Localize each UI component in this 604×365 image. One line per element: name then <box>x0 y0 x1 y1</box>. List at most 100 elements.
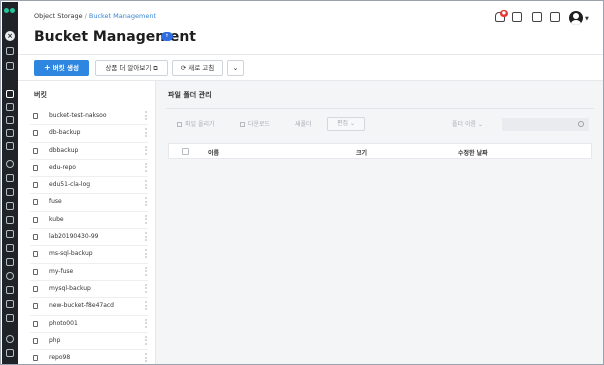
cloud-icon[interactable] <box>6 174 14 182</box>
new-folder-label: 새폴더 <box>295 121 312 128</box>
shield-icon[interactable] <box>6 272 14 280</box>
column-modified[interactable]: 수정한 날짜 <box>458 148 488 157</box>
bucket-list: bucket-test-naksoo · · · db-backup · · · dbbacku… <box>30 108 148 364</box>
kebab-menu-icon[interactable]: · · · <box>144 351 148 364</box>
bucket-icon <box>33 130 38 137</box>
bucket-name: my-fuse <box>49 267 74 275</box>
new-folder-button[interactable]: 새폴더 <box>295 118 312 131</box>
create-bucket-button[interactable]: + 버킷 생성 <box>34 60 89 76</box>
bucket-list-item[interactable]: lab20190430-99 · · · <box>30 229 148 247</box>
bucket-list-item[interactable]: edu51-cla-log · · · <box>30 177 148 195</box>
user-avatar[interactable] <box>569 11 583 25</box>
bucket-icon <box>33 216 38 223</box>
bucket-name: ms-sql-backup <box>49 250 93 258</box>
settings-icon[interactable] <box>6 335 14 343</box>
kebab-menu-icon[interactable]: · · · <box>144 195 148 210</box>
kebab-menu-icon[interactable]: · · · <box>144 282 148 297</box>
help-icon[interactable] <box>6 349 14 357</box>
document-icon[interactable] <box>6 216 14 224</box>
download-button[interactable]: 다운로드 <box>240 118 270 131</box>
kebab-menu-icon[interactable]: · · · <box>144 334 148 349</box>
folder-name-select-label: 폴더 이름 <box>452 121 476 128</box>
brand-logo[interactable] <box>4 7 16 15</box>
kebab-menu-icon[interactable]: · · · <box>144 178 148 193</box>
layers-icon[interactable] <box>6 230 14 238</box>
kebab-menu-icon[interactable]: · · · <box>144 161 148 176</box>
home-icon[interactable] <box>6 62 14 70</box>
edit-label: 편집 <box>337 120 349 127</box>
tool-icon[interactable] <box>6 314 14 322</box>
bucket-name: fuse <box>49 198 62 206</box>
bucket-list-item[interactable]: mysql-backup · · · <box>30 281 148 299</box>
notification-badge: ● <box>500 10 508 17</box>
breadcrumb-current[interactable]: Bucket Management <box>89 12 156 20</box>
server-icon[interactable] <box>6 103 14 111</box>
upload-icon <box>177 122 182 127</box>
container-icon[interactable] <box>6 188 14 196</box>
bucket-name: edu-repo <box>49 163 76 171</box>
bucket-icon <box>33 164 38 171</box>
search-input[interactable] <box>502 118 589 131</box>
kebab-menu-icon[interactable]: · · · <box>144 109 148 124</box>
search-icon[interactable] <box>578 121 584 127</box>
user-group-icon[interactable] <box>6 286 14 294</box>
bucket-list-item[interactable]: repo98 · · · <box>30 350 148 364</box>
bucket-icon <box>33 268 38 275</box>
bucket-name: lab20190430-99 <box>49 233 99 241</box>
storage-icon[interactable] <box>6 90 14 98</box>
upload-file-button[interactable]: 파일 올리기 <box>177 118 215 131</box>
bucket-name: mysql-backup <box>49 284 91 292</box>
edit-dropdown[interactable]: 편집 ⌄ <box>327 117 365 131</box>
refresh-button[interactable]: ⟳ 새로 고침 <box>172 60 223 76</box>
lock-icon[interactable] <box>6 300 14 308</box>
breadcrumb: Object Storage / Bucket Management <box>34 12 156 20</box>
monitor-icon[interactable] <box>6 142 14 150</box>
cart-icon[interactable] <box>512 12 522 22</box>
kebab-menu-icon[interactable]: · · · <box>144 299 148 314</box>
bucket-list-item[interactable]: photo001 · · · <box>30 316 148 333</box>
learn-more-button[interactable]: 상품 더 알아보기 ⧉ <box>95 60 168 76</box>
file-folder-panel: 파일 폴더 관리 파일 올리기 다운로드 새폴더 편집 ⌄ 폴더 이름 ⌄ 이름… <box>156 81 603 364</box>
chart-icon[interactable] <box>6 202 14 210</box>
bucket-list-item[interactable]: bucket-test-naksoo · · · <box>30 108 148 126</box>
document-icon[interactable] <box>550 12 560 22</box>
kebab-menu-icon[interactable]: · · · <box>144 264 148 279</box>
refresh-label: 새로 고침 <box>188 64 215 72</box>
grid-icon[interactable] <box>6 47 14 55</box>
bucket-list-item[interactable]: db-backup · · · <box>30 125 148 143</box>
bucket-list-item[interactable]: my-fuse · · · <box>30 264 148 281</box>
breadcrumb-root[interactable]: Object Storage <box>34 12 83 20</box>
close-icon[interactable]: × <box>5 31 15 41</box>
bucket-list-item[interactable]: ms-sql-backup · · · <box>30 246 148 264</box>
bucket-list-item[interactable]: fuse · · · <box>30 194 148 212</box>
page-header: Object Storage / Bucket Management Bucket … <box>18 2 603 54</box>
kebab-menu-icon[interactable]: · · · <box>144 126 148 141</box>
bucket-list-item[interactable]: edu-repo · · · <box>30 160 148 178</box>
folder-name-select[interactable]: 폴더 이름 ⌄ <box>450 118 500 131</box>
kebab-menu-icon[interactable]: · · · <box>144 230 148 245</box>
select-all-checkbox[interactable] <box>182 148 189 155</box>
mail-icon[interactable] <box>6 258 14 266</box>
key-icon[interactable] <box>6 244 14 252</box>
column-size[interactable]: 크기 <box>356 148 367 157</box>
chevron-down-icon[interactable]: ▼ <box>585 16 589 22</box>
bucket-list-item[interactable]: dbbackup · · · <box>30 143 148 160</box>
divider <box>166 108 594 109</box>
bucket-name: db-backup <box>49 129 81 137</box>
kebab-menu-icon[interactable]: · · · <box>144 212 148 227</box>
kebab-menu-icon[interactable]: · · · <box>144 316 148 331</box>
calendar-icon[interactable] <box>532 12 542 22</box>
bucket-list-item[interactable]: php · · · <box>30 333 148 351</box>
more-dropdown-button[interactable]: ⌄ <box>227 60 244 76</box>
network-icon[interactable] <box>6 129 14 137</box>
bucket-panel-title: 버킷 <box>34 91 47 99</box>
chevron-down-icon: ⌄ <box>477 121 483 128</box>
bucket-list-item[interactable]: kube · · · <box>30 212 148 230</box>
bucket-list-item[interactable]: new-bucket-f8e47acd · · · <box>30 298 148 316</box>
security-icon[interactable] <box>6 160 14 168</box>
kebab-menu-icon[interactable]: · · · <box>144 247 148 262</box>
kebab-menu-icon[interactable]: · · · <box>144 143 148 158</box>
column-name[interactable]: 이름 <box>208 148 219 157</box>
app-window: × Object Storage / Bucket Management Bucke… <box>0 0 604 365</box>
database-icon[interactable] <box>6 116 14 124</box>
